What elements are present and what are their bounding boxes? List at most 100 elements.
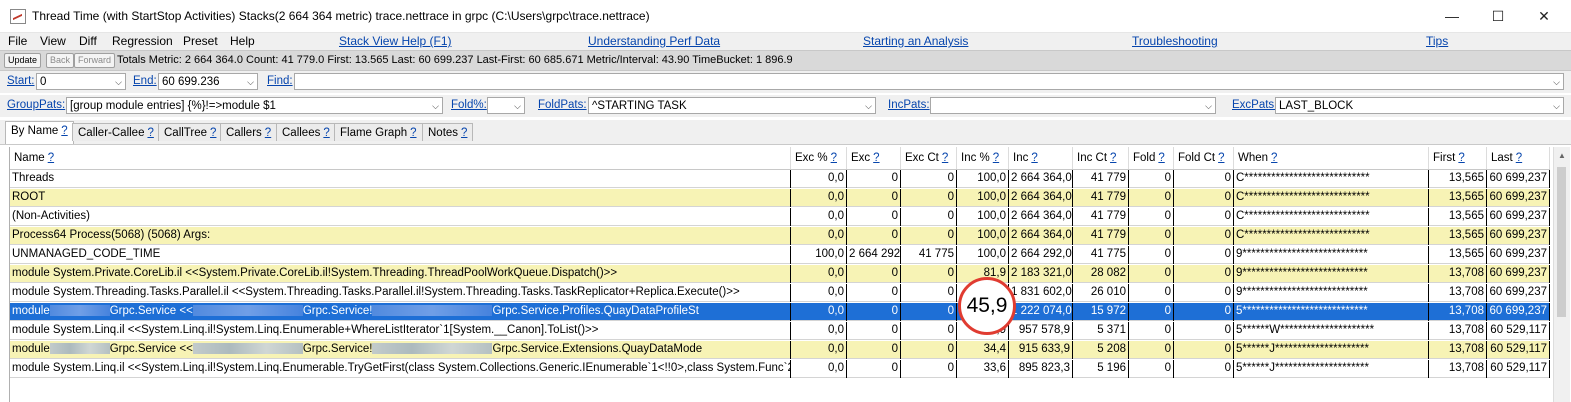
table-row[interactable]: module System.Linq.il <<System.Linq.il!S… bbox=[10, 322, 1550, 340]
tab-flame-graph[interactable]: Flame Graph? bbox=[334, 123, 423, 141]
grouppats-label[interactable]: GroupPats: bbox=[7, 99, 65, 111]
chevron-down-icon[interactable]: ⌵ bbox=[1205, 98, 1212, 113]
header-col-inc[interactable]: Inc? bbox=[1009, 147, 1073, 169]
incpats-input[interactable]: ⌵ bbox=[930, 97, 1216, 114]
header-col-last[interactable]: Last? bbox=[1487, 147, 1550, 169]
chevron-down-icon[interactable]: ⌵ bbox=[1553, 74, 1560, 89]
tab-caller-callee[interactable]: Caller-Callee? bbox=[72, 123, 160, 141]
header-col-exc[interactable]: Exc? bbox=[847, 147, 901, 169]
header-col-exc-ct[interactable]: Exc Ct? bbox=[901, 147, 957, 169]
header-col-inc-pct[interactable]: Inc %? bbox=[957, 147, 1009, 169]
table-row[interactable]: Process64 Process(5068) (5068) Args: 0,0 0… bbox=[10, 227, 1550, 245]
scroll-up-icon[interactable]: ▲ bbox=[1558, 151, 1566, 160]
tab-calltree[interactable]: CallTree? bbox=[158, 123, 223, 141]
patterns-row: GroupPats: [group module entries] {%}!=>… bbox=[0, 95, 1571, 117]
cell-inc: 2 183 321,0 bbox=[1009, 265, 1073, 283]
foldpct-input[interactable]: ⌵ bbox=[487, 97, 525, 114]
end-label[interactable]: End: bbox=[133, 75, 157, 87]
excpats-label[interactable]: ExcPats: bbox=[1232, 99, 1277, 111]
table-row[interactable]: UNMANAGED_CODE_TIME 100,0 2 664 292 41 775 1… bbox=[10, 246, 1550, 264]
cell-first: 13,565 bbox=[1429, 208, 1487, 226]
cell-exc-pct: 0,0 bbox=[791, 170, 847, 188]
cell-inc-ct: 26 010 bbox=[1073, 284, 1129, 302]
cell-exc-pct: 0,0 bbox=[791, 360, 847, 378]
incpats-label[interactable]: IncPats: bbox=[888, 99, 930, 111]
menu-diff[interactable]: Diff bbox=[79, 34, 97, 48]
chevron-down-icon[interactable]: ⌵ bbox=[247, 74, 254, 89]
update-button[interactable]: Update bbox=[4, 53, 42, 68]
header-col-inc-ct[interactable]: Inc Ct? bbox=[1073, 147, 1129, 169]
highlight-value: 45,9 bbox=[966, 294, 1008, 317]
chevron-down-icon[interactable]: ⌵ bbox=[432, 98, 439, 113]
foldpct-label[interactable]: Fold%: bbox=[451, 99, 487, 111]
by-name-grid: Name? Exc %? Exc? Exc Ct? Inc %? Inc? Inc Ct? F… bbox=[9, 147, 1550, 402]
cell-inc-ct: 5 196 bbox=[1073, 360, 1129, 378]
cell-exc-ct: 0 bbox=[901, 360, 957, 378]
menu-help[interactable]: Help bbox=[230, 34, 255, 48]
foldpats-label[interactable]: FoldPats: bbox=[538, 99, 587, 111]
table-row[interactable]: Threads 0,0 0 0 100,0 2 664 364,0 41 779 0 0 C***… bbox=[10, 170, 1550, 188]
chevron-down-icon[interactable]: ⌵ bbox=[1553, 98, 1560, 113]
cell-when: C**************************** bbox=[1234, 227, 1429, 245]
cell-exc: 0 bbox=[847, 284, 901, 302]
table-row[interactable]: (Non-Activities) 0,0 0 0 100,0 2 664 364,0 41 … bbox=[10, 208, 1550, 226]
table-row[interactable]: module System.Linq.il <<System.Linq.il!S… bbox=[10, 360, 1550, 378]
chevron-down-icon[interactable]: ⌵ bbox=[115, 74, 122, 89]
tab-callees[interactable]: Callees? bbox=[276, 123, 336, 141]
menu-view[interactable]: View bbox=[40, 34, 66, 48]
find-label[interactable]: Find: bbox=[267, 75, 293, 87]
totals-text: Totals Metric: 2 664 364.0 Count: 41 779… bbox=[117, 54, 793, 66]
header-col-first[interactable]: First? bbox=[1429, 147, 1487, 169]
cell-first: 13,708 bbox=[1429, 322, 1487, 340]
cell-inc: 915 633,9 bbox=[1009, 341, 1073, 359]
link-understanding-perf-data[interactable]: Understanding Perf Data bbox=[588, 34, 720, 48]
table-row[interactable]: module Grpc.Service << Grpc.Service! Grpc.S… bbox=[10, 303, 1550, 321]
end-input[interactable]: 60 699.236 ⌵ bbox=[158, 73, 258, 90]
link-stack-view-help[interactable]: Stack View Help (F1) bbox=[339, 34, 451, 48]
table-row[interactable]: module Grpc.Service << Grpc.Service! Grpc.S… bbox=[10, 341, 1550, 359]
scrollbar-thumb[interactable] bbox=[1557, 167, 1566, 317]
header-col-name[interactable]: Name? bbox=[10, 147, 791, 169]
menu-regression[interactable]: Regression bbox=[112, 34, 173, 48]
table-row[interactable]: module System.Private.CoreLib.il <<Syste… bbox=[10, 265, 1550, 283]
menu-file[interactable]: File bbox=[8, 34, 27, 48]
chevron-down-icon[interactable]: ⌵ bbox=[865, 98, 872, 113]
header-col-fold[interactable]: Fold? bbox=[1129, 147, 1174, 169]
status-line: Update Back Forward Totals Metric: 2 664… bbox=[0, 50, 1571, 71]
tab-notes[interactable]: Notes? bbox=[422, 123, 474, 141]
table-row[interactable]: ROOT 0,0 0 0 100,0 2 664 364,0 41 779 0 0 C******… bbox=[10, 189, 1550, 207]
vertical-scrollbar[interactable]: ▲ bbox=[1553, 147, 1570, 402]
minimize-button[interactable]: — bbox=[1437, 6, 1467, 26]
header-col-exc-pct[interactable]: Exc %? bbox=[791, 147, 847, 169]
start-input[interactable]: 0 ⌵ bbox=[36, 73, 126, 90]
link-starting-analysis[interactable]: Starting an Analysis bbox=[863, 34, 968, 48]
forward-button[interactable]: Forward bbox=[74, 53, 116, 68]
tab-by-name[interactable]: By Name? bbox=[5, 121, 74, 144]
cell-inc-pct: 100,0 bbox=[957, 170, 1009, 188]
cell-exc-pct: 0,0 bbox=[791, 284, 847, 302]
cell-inc-ct: 41 779 bbox=[1073, 227, 1129, 245]
cell-exc: 0 bbox=[847, 208, 901, 226]
start-label[interactable]: Start: bbox=[7, 75, 34, 87]
menu-preset[interactable]: Preset bbox=[183, 34, 218, 48]
tab-callers[interactable]: Callers? bbox=[220, 123, 278, 141]
chevron-down-icon[interactable]: ⌵ bbox=[514, 98, 521, 113]
cell-name: module System.Linq.il <<System.Linq.il!S… bbox=[10, 322, 791, 340]
cell-inc-ct: 28 082 bbox=[1073, 265, 1129, 283]
cell-fold: 0 bbox=[1129, 208, 1174, 226]
foldpats-input[interactable]: ^STARTING TASK ⌵ bbox=[588, 97, 876, 114]
maximize-button[interactable]: ☐ bbox=[1483, 6, 1513, 26]
close-button[interactable]: ✕ bbox=[1529, 6, 1559, 26]
link-tips[interactable]: Tips bbox=[1426, 34, 1448, 48]
grouppats-input[interactable]: [group module entries] {%}!=>module $1 ⌵ bbox=[66, 97, 443, 114]
excpats-input[interactable]: LAST_BLOCK ⌵ bbox=[1275, 97, 1564, 114]
cell-inc: 2 664 364,0 bbox=[1009, 208, 1073, 226]
header-col-fold-ct[interactable]: Fold Ct? bbox=[1174, 147, 1234, 169]
cell-exc-pct: 0,0 bbox=[791, 322, 847, 340]
cell-fold-ct: 0 bbox=[1174, 265, 1234, 283]
link-troubleshooting[interactable]: Troubleshooting bbox=[1132, 34, 1218, 48]
table-row[interactable]: module System.Threading.Tasks.Parallel.i… bbox=[10, 284, 1550, 302]
find-input[interactable]: ⌵ bbox=[294, 73, 1564, 90]
header-col-when[interactable]: When? bbox=[1234, 147, 1429, 169]
back-button[interactable]: Back bbox=[46, 53, 75, 68]
